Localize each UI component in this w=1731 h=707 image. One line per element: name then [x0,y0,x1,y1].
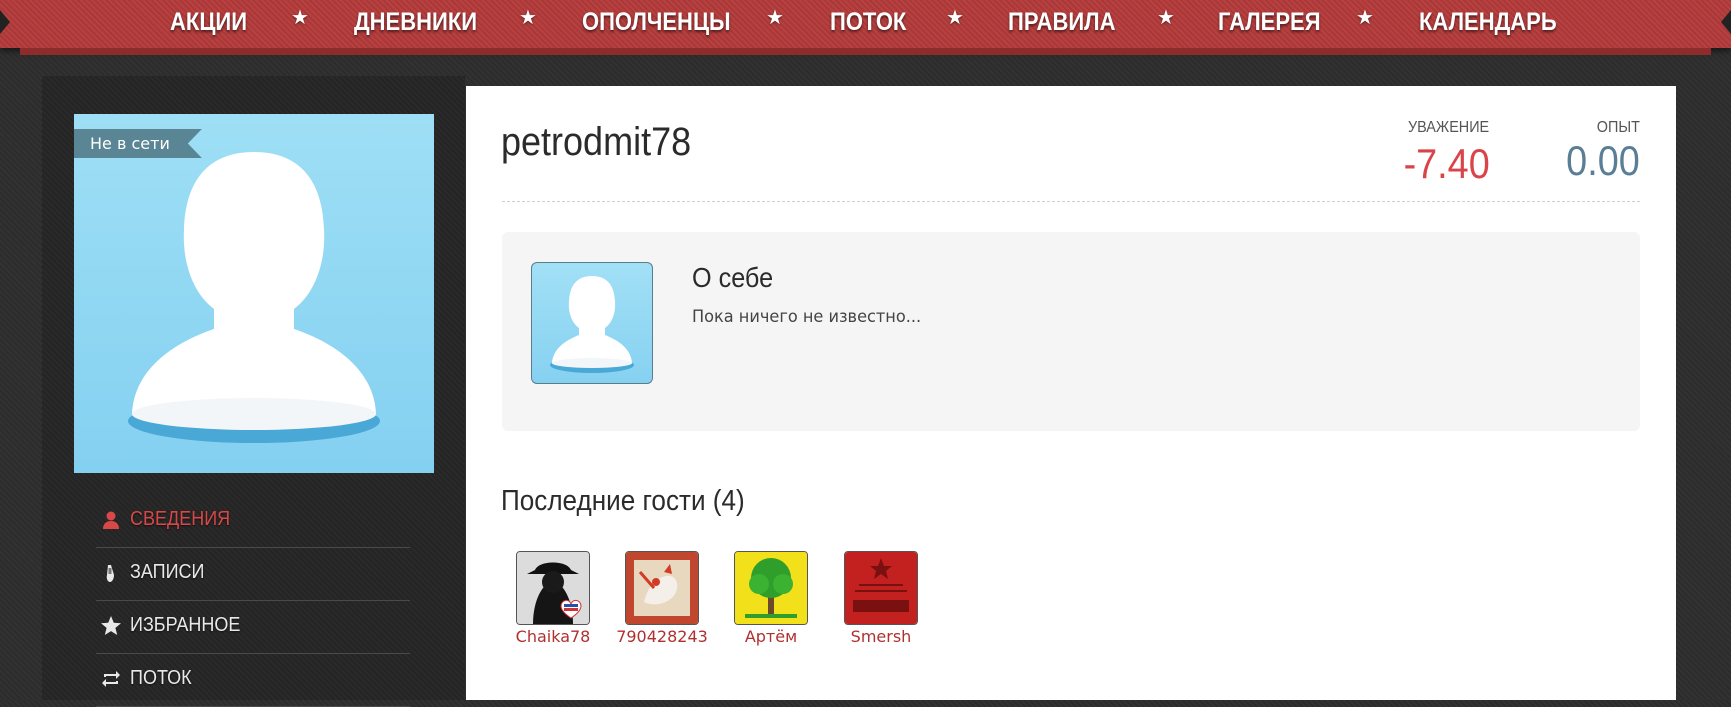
about-text: Пока ничего не известно... [692,307,922,327]
guest-item[interactable]: Smersh [829,551,919,651]
recent-guests-title: Последние гости (4) [501,485,745,517]
experience-value: 0.00 [1566,137,1640,184]
guest-avatar[interactable] [625,551,699,625]
header-divider [502,201,1640,202]
nav-item-rules[interactable]: ПРАВИЛА [1008,4,1115,40]
sidebar-item-info[interactable]: СВЕДЕНИЯ [96,495,410,548]
nav-item-militia[interactable]: ОПОЛЧЕНЦЫ [582,4,731,40]
nav-item-calendar[interactable]: КАЛЕНДАРЬ [1419,4,1557,40]
default-user-silhouette-icon [128,152,380,443]
nav-separator-star-icon: ★ [1157,7,1175,29]
nav-separator-star-icon: ★ [519,7,537,29]
guest-name-link[interactable]: 790428243 [610,627,714,646]
guest-avatar-image [845,552,917,624]
online-status-badge: Не в сети [74,129,202,158]
sidebar-item-label: ИЗБРАННОЕ [130,614,241,636]
about-section [502,232,1640,431]
guest-name-link[interactable]: Chaika78 [501,627,605,646]
guest-avatar[interactable] [734,551,808,625]
sidebar-item-label: ПОТОК [130,667,192,689]
sidebar-item-stream[interactable]: ПОТОК [96,654,410,707]
about-avatar [531,262,653,384]
nav-separator-star-icon: ★ [1356,7,1374,29]
guest-name-link[interactable]: Smersh [829,627,933,646]
experience-label: ОПЫТ [1596,119,1640,136]
nav-left-edge-icon [0,10,10,34]
star-icon [101,616,121,635]
guest-name-link[interactable]: Артём [719,627,823,646]
nav-item-actions[interactable]: АКЦИИ [170,4,247,40]
guest-item[interactable]: Chaika78 [501,551,591,651]
guest-avatar[interactable] [516,551,590,625]
sidebar-item-favorites[interactable]: ИЗБРАННОЕ [96,601,410,654]
respect-label: УВАЖЕНИЕ [1407,119,1489,136]
sidebar-item-posts[interactable]: ЗАПИСИ [96,548,410,601]
profile-avatar [74,114,434,473]
profile-username: petrodmit78 [501,120,692,164]
nav-right-edge-icon [1721,10,1731,34]
nav-item-gallery[interactable]: ГАЛЕРЕЯ [1218,4,1321,40]
respect-value: -7.40 [1403,140,1490,187]
guest-avatar-image [626,552,698,624]
sidebar-item-label: СВЕДЕНИЯ [130,508,231,530]
user-icon [103,511,119,529]
nav-separator-star-icon: ★ [291,7,309,29]
sidebar-item-label: ЗАПИСИ [130,561,205,583]
pen-icon [106,565,114,582]
repeat-icon [102,671,120,687]
nav-item-diaries[interactable]: ДНЕВНИКИ [354,4,477,40]
top-navigation: АКЦИИ ★ ДНЕВНИКИ ★ ОПОЛЧЕНЦЫ ★ ПОТОК ★ П… [0,0,1731,55]
guest-item[interactable]: 790428243 [610,551,708,651]
guest-avatar[interactable] [844,551,918,625]
about-title: О себе [692,262,774,293]
nav-separator-star-icon: ★ [946,7,964,29]
default-user-silhouette-icon [550,276,634,373]
guest-avatar-image [735,552,807,624]
guest-item[interactable]: Артём [719,551,809,651]
nav-separator-star-icon: ★ [766,7,784,29]
nav-item-stream[interactable]: ПОТОК [830,4,906,40]
guest-avatar-image [517,552,589,624]
